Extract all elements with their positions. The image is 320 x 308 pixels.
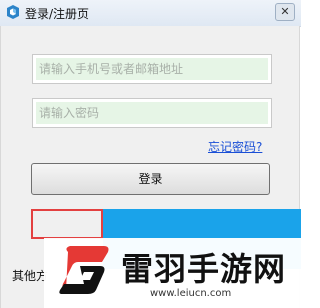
watermark-url: www.leiucn.com (150, 288, 232, 299)
password-field[interactable]: 请输入密码 (32, 98, 272, 128)
password-placeholder: 请输入密码 (36, 102, 268, 124)
phone-email-placeholder: 请输入手机号或者邮箱地址 (36, 58, 268, 80)
leiyu-logo-icon (54, 242, 114, 300)
app-logo-icon (5, 4, 21, 20)
phone-email-field[interactable]: 请输入手机号或者邮箱地址 (32, 54, 272, 84)
window-title: 登录/注册页 (25, 7, 90, 21)
forgot-password-link[interactable]: 忘记密码? (208, 138, 262, 155)
close-button[interactable]: ✕ (275, 3, 295, 21)
highlighted-button[interactable] (31, 209, 103, 239)
watermark-overlay: 雷羽手游网 www.leiucn.com (44, 238, 301, 308)
title-bar: 登录/注册页 ✕ (0, 0, 301, 27)
watermark-brand: 雷羽手游网 (121, 250, 287, 288)
login-button[interactable]: 登录 (31, 163, 270, 195)
close-icon: ✕ (280, 5, 290, 18)
other-methods-label: 其他方 (12, 269, 49, 283)
